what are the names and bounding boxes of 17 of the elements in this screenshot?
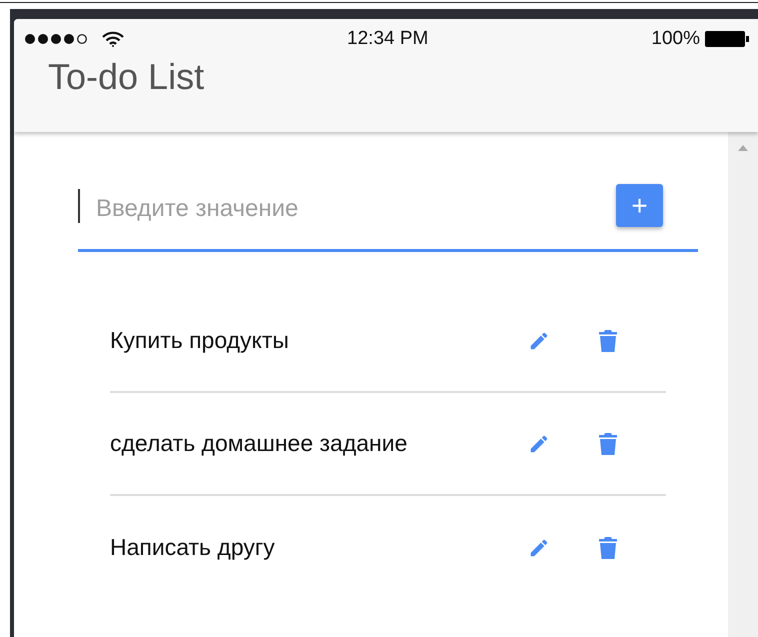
edit-icon[interactable] [528, 330, 550, 352]
edit-icon[interactable] [528, 536, 550, 558]
input-field[interactable]: Введите значение [78, 188, 616, 222]
trash-icon[interactable] [598, 536, 618, 560]
trash-icon[interactable] [598, 432, 618, 456]
scroll-up-arrow-icon[interactable] [737, 144, 749, 152]
status-time: 12:34 PM [347, 26, 428, 51]
app-title: To-do List [48, 55, 206, 98]
edit-icon[interactable] [528, 432, 550, 454]
add-button[interactable]: + [616, 184, 663, 227]
battery-percent: 100% [651, 26, 700, 51]
wifi-icon [102, 31, 124, 47]
todo-item-text: Написать другу [110, 533, 276, 562]
todo-item-text: сделать домашнее задание [110, 429, 408, 458]
todo-item-text: Купить продукты [110, 326, 290, 356]
battery-icon [704, 30, 750, 48]
trash-icon[interactable] [598, 328, 618, 352]
